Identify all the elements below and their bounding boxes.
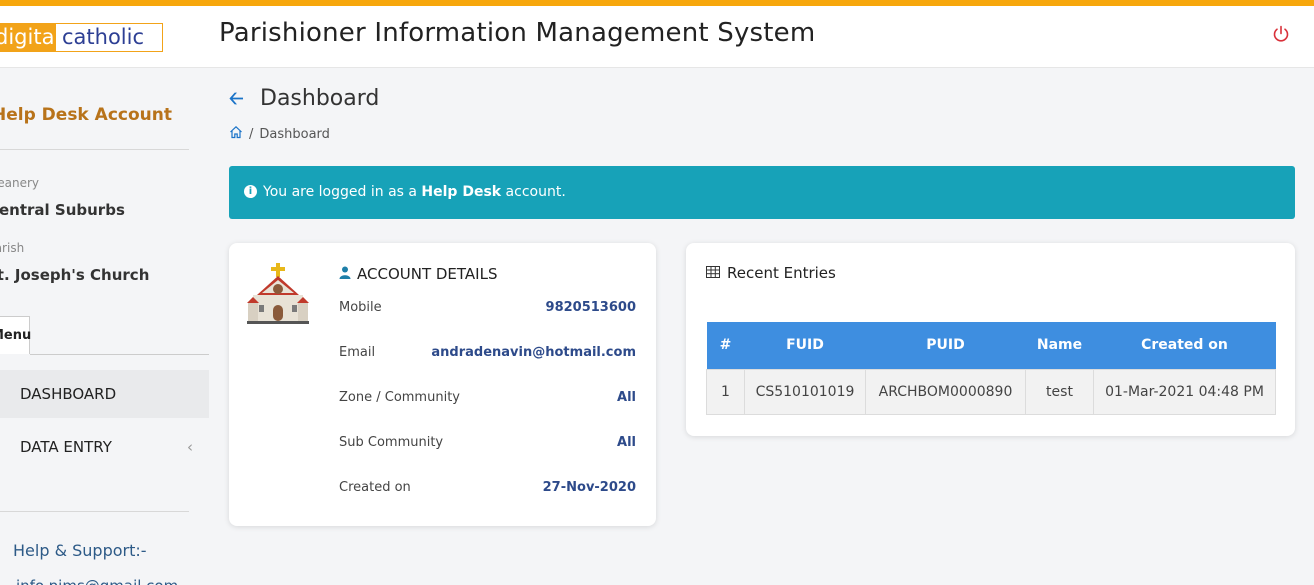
app-header: digital catholic Parishioner Information…: [0, 6, 1314, 68]
deanery-value: Central Suburbs: [0, 201, 125, 219]
column-header[interactable]: Created on: [1093, 322, 1276, 369]
recent-entries-card: Recent Entries # FUID PUID Name Created …: [686, 243, 1295, 436]
church-icon: [247, 261, 311, 325]
help-support-email[interactable]: info.pims@gmail.com: [16, 577, 178, 585]
breadcrumb-separator: /: [249, 126, 254, 142]
recent-heading-text: Recent Entries: [727, 264, 836, 282]
account-row-created-on: Created on 27-Nov-2020: [339, 480, 636, 500]
table-icon-svg: [706, 266, 720, 278]
alert-role: Help Desk: [421, 184, 502, 200]
sidebar-item-label: DATA ENTRY: [20, 438, 112, 456]
user-icon: [339, 266, 351, 283]
tab-menu[interactable]: Menu: [0, 316, 31, 354]
account-details-card: ACCOUNT DETAILS Mobile 9820513600 Email …: [229, 243, 656, 526]
row-label: Mobile: [339, 300, 382, 315]
digital-catholic-logo[interactable]: digital catholic: [0, 23, 163, 52]
table-row[interactable]: 1 CS510101019 ARCHBOM0000890 test 01-Mar…: [706, 368, 1276, 415]
table-cell: CS510101019: [744, 368, 866, 415]
back-arrow-icon[interactable]: 🡠: [229, 86, 244, 116]
info-icon: i: [244, 184, 257, 198]
alert-prefix: You are logged in as a: [263, 184, 422, 200]
account-row-zone: Zone / Community All: [339, 390, 636, 410]
row-label: Created on: [339, 480, 411, 495]
alert-suffix: account.: [501, 184, 566, 200]
table-cell: test: [1025, 368, 1094, 415]
column-header[interactable]: Name: [1025, 322, 1094, 369]
row-label: Zone / Community: [339, 390, 460, 405]
logo-right-text: catholic: [56, 24, 162, 51]
row-label: Sub Community: [339, 435, 444, 450]
chevron-left-icon: ‹: [187, 438, 193, 456]
account-row-email: Email andradenavin@hotmail.com: [339, 345, 636, 365]
column-header[interactable]: #: [706, 322, 745, 369]
sidebar-item-label: DASHBOARD: [20, 385, 117, 403]
table-icon: [706, 264, 720, 282]
row-value: andradenavin@hotmail.com: [431, 345, 636, 360]
row-value: 27-Nov-2020: [542, 480, 636, 495]
recent-entries-heading: Recent Entries: [706, 264, 836, 282]
power-icon-svg: [1273, 25, 1289, 42]
tab-underline: [30, 354, 209, 355]
parish-value: St. Joseph's Church: [0, 266, 150, 284]
account-heading-text: ACCOUNT DETAILS: [357, 265, 498, 283]
account-row-mobile: Mobile 9820513600: [339, 300, 636, 320]
login-info-alert: i You are logged in as a Help Desk accoun…: [229, 166, 1295, 219]
divider: [0, 149, 189, 150]
recent-entries-table: # FUID PUID Name Created on 1 CS51010101…: [706, 322, 1276, 415]
parish-label: Parish: [0, 241, 25, 255]
row-value: All: [617, 435, 636, 450]
logo-left-text: digital: [0, 24, 60, 51]
page-title: Dashboard: [260, 86, 380, 111]
table-cell: 01-Mar-2021 04:48 PM: [1093, 368, 1276, 415]
home-icon[interactable]: [229, 125, 243, 143]
table-cell: 1: [706, 368, 745, 415]
account-details-heading: ACCOUNT DETAILS: [339, 265, 497, 283]
row-value: 9820513600: [545, 300, 636, 315]
table-header-row: # FUID PUID Name Created on: [706, 322, 1276, 369]
table-cell: ARCHBOM0000890: [865, 368, 1026, 415]
home-icon-svg: [230, 125, 242, 139]
breadcrumb-current: Dashboard: [259, 126, 330, 142]
account-title: Help Desk Account: [0, 105, 172, 125]
sidebar-item-dashboard[interactable]: DASHBOARD: [0, 370, 209, 418]
church-icon-svg: [247, 263, 309, 324]
column-header[interactable]: PUID: [865, 322, 1026, 369]
sidebar: Help Desk Account Deanery Central Suburb…: [0, 68, 209, 585]
row-value: All: [617, 390, 636, 405]
divider: [0, 511, 189, 512]
help-support-title: Help & Support:-: [13, 541, 147, 560]
account-row-sub-community: Sub Community All: [339, 435, 636, 455]
column-header[interactable]: FUID: [744, 322, 866, 369]
sidebar-item-data-entry[interactable]: DATA ENTRY ‹: [0, 423, 209, 471]
row-label: Email: [339, 345, 376, 360]
breadcrumb: / Dashboard: [229, 125, 330, 143]
app-title: Parishioner Information Management Syste…: [219, 18, 816, 48]
deanery-label: Deanery: [0, 176, 39, 190]
user-icon-svg: [339, 266, 351, 279]
power-icon[interactable]: [1270, 24, 1292, 46]
